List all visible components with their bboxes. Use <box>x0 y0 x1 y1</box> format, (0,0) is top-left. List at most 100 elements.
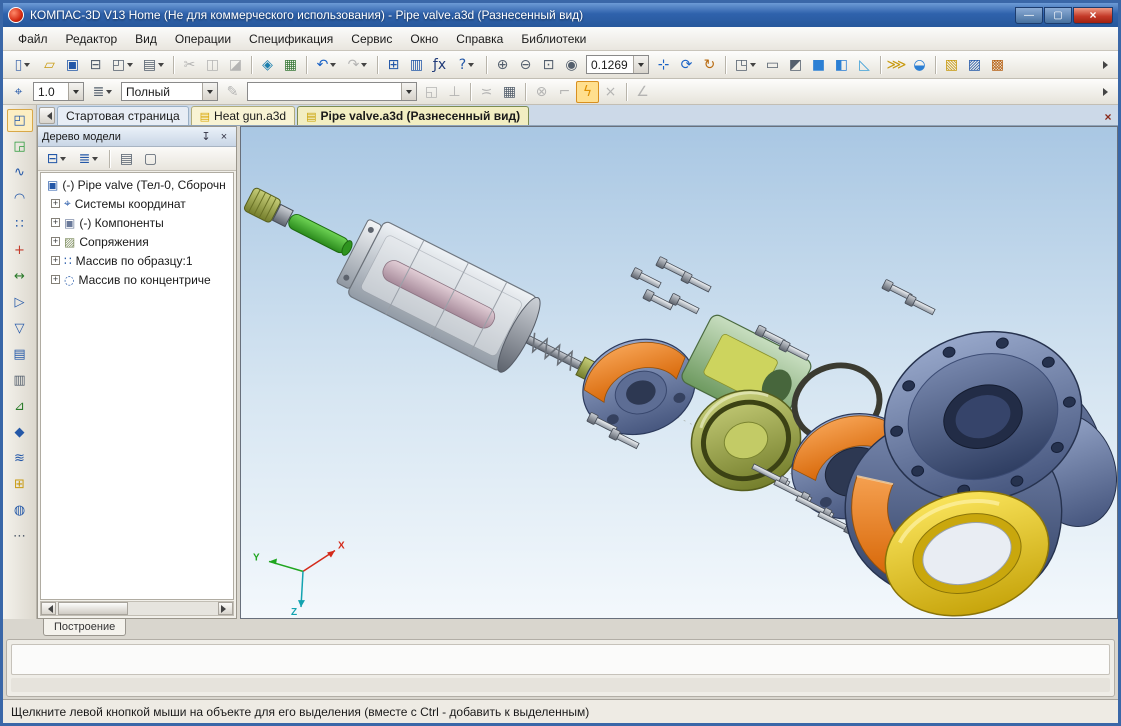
sketch-plane-button[interactable]: ◱ <box>420 81 443 103</box>
toolbar-overflow-button[interactable] <box>1100 61 1114 69</box>
tree-item[interactable]: + ⌖ Системы координат <box>41 194 233 213</box>
title-bar[interactable]: КОМПАС-3D V13 Home (Не для коммерческого… <box>3 3 1118 27</box>
property-field[interactable] <box>11 644 1110 675</box>
valve-body[interactable] <box>845 307 1117 618</box>
properties-button[interactable]: ◈ <box>256 54 279 76</box>
panel-spatial-curves-button[interactable]: ∿ <box>7 161 33 184</box>
toolbar2-overflow-button[interactable] <box>1100 88 1114 96</box>
menu-item[interactable]: Операции <box>166 29 240 49</box>
tree-item[interactable]: + ▣ (-) Компоненты <box>41 213 233 232</box>
tab-pipe-valve[interactable]: ▤ Pipe valve.a3d (Разнесенный вид) <box>297 106 529 125</box>
tree-horizontal-scrollbar[interactable] <box>40 601 234 616</box>
panel-specification-button[interactable]: ▤ <box>7 343 33 366</box>
document-close-button[interactable]: × <box>1100 109 1116 125</box>
tree-doc-button[interactable]: ▢ <box>139 148 162 170</box>
menu-item[interactable]: Окно <box>401 29 447 49</box>
panel-macro-button[interactable]: ◍ <box>7 499 33 522</box>
wireframe-button[interactable]: ▭ <box>761 54 784 76</box>
tree-relations-button[interactable]: ▤ <box>115 148 138 170</box>
scrollbar-thumb[interactable] <box>58 602 128 615</box>
pan-button[interactable]: ⊹ <box>652 54 675 76</box>
current-state-button[interactable]: ≣ <box>87 81 118 103</box>
menu-item[interactable]: Вид <box>126 29 166 49</box>
tree-structure-button[interactable]: ⊟ <box>41 148 72 170</box>
print-button[interactable]: ⊟ <box>84 54 107 76</box>
current-step-dropdown-button[interactable] <box>68 83 83 100</box>
rotate-model-button[interactable]: ↻ <box>698 54 721 76</box>
zoom-all-button[interactable]: ◉ <box>560 54 583 76</box>
section-view-button[interactable]: ◒ <box>908 54 931 76</box>
calculator-button[interactable]: ▥ <box>405 54 428 76</box>
tree-item[interactable]: + ◌ Массив по концентриче <box>41 270 233 289</box>
document-manager-button[interactable]: ▤ <box>138 54 169 76</box>
undo-button[interactable]: ↶ <box>311 54 342 76</box>
cut-button[interactable]: ✂ <box>178 54 201 76</box>
panel-standard-button[interactable]: ◰ <box>7 109 33 132</box>
expand-icon[interactable]: + <box>51 256 60 265</box>
panel-selection-button[interactable]: ◆ <box>7 421 33 444</box>
panel-edit-part-button[interactable]: ◲ <box>7 135 33 158</box>
zoom-window-button[interactable]: ⊡ <box>537 54 560 76</box>
panel-arrays-button[interactable]: ∷ <box>7 213 33 236</box>
tree-item[interactable]: + ▨ Сопряжения <box>41 232 233 251</box>
new-document-button[interactable]: ▯ <box>7 54 38 76</box>
bolts-cluster-top[interactable] <box>631 256 712 315</box>
panel-designations-button[interactable]: ▷ <box>7 291 33 314</box>
object-table-button[interactable]: ▦ <box>279 54 302 76</box>
tab-postroenie[interactable]: Построение <box>43 619 126 636</box>
expand-icon[interactable]: + <box>51 237 60 246</box>
3d-viewport[interactable]: X Y Z <box>240 126 1118 619</box>
menu-item[interactable]: Файл <box>9 29 57 49</box>
copy-button[interactable]: ◫ <box>201 54 224 76</box>
refresh-image-button[interactable]: ⟳ <box>675 54 698 76</box>
expand-icon[interactable]: + <box>51 275 60 284</box>
tab-scroll-left-button[interactable] <box>39 107 55 124</box>
menu-item[interactable]: Справка <box>447 29 512 49</box>
print-preview-button[interactable]: ◰ <box>107 54 138 76</box>
grid-button[interactable]: ▦ <box>498 81 521 103</box>
quick-transitions-button[interactable]: ⌖ <box>7 81 30 103</box>
edit-sketch-button[interactable]: ✎ <box>221 81 244 103</box>
help-button[interactable]: ? <box>451 54 482 76</box>
tab-start-page[interactable]: Стартовая страница <box>57 106 189 125</box>
parametric-mode-button[interactable]: ϟ <box>576 81 599 103</box>
tree-root-item[interactable]: ▣ (-) Pipe valve (Тел-0, Сборочн <box>41 175 233 194</box>
close-button[interactable]: × <box>1073 7 1113 24</box>
display-mode-dropdown-button[interactable] <box>202 83 217 100</box>
minimize-button[interactable]: — <box>1015 7 1043 24</box>
panel-more-button[interactable]: ⋯ <box>7 525 33 548</box>
panel-vibro-button[interactable]: ≋ <box>7 447 33 470</box>
panel-auxiliary-geometry-button[interactable]: + <box>7 239 33 262</box>
library-manager-button[interactable]: ▧ <box>940 54 963 76</box>
tab-heat-gun[interactable]: ▤ Heat gun.a3d <box>191 106 295 125</box>
open-document-button[interactable]: ▱ <box>38 54 61 76</box>
bonnet-flange[interactable] <box>570 325 707 449</box>
display-mode-combo[interactable]: Полный <box>121 82 218 101</box>
menu-item[interactable]: Редактор <box>57 29 127 49</box>
spec-manager-button[interactable]: ▩ <box>986 54 1009 76</box>
tree-composition-button[interactable]: ≣ <box>73 148 104 170</box>
hidden-lines-button[interactable]: ◩ <box>784 54 807 76</box>
zoom-scale-dropdown-button[interactable] <box>633 56 648 73</box>
current-step-combo[interactable]: 1.0 <box>33 82 84 101</box>
ortho-mode-button[interactable]: ⌐ <box>553 81 576 103</box>
redo-button[interactable]: ↷ <box>342 54 373 76</box>
bolts-pair-upper-right[interactable] <box>882 279 936 316</box>
expand-icon[interactable]: + <box>51 218 60 227</box>
reports-button[interactable]: ▨ <box>963 54 986 76</box>
menu-item[interactable]: Спецификация <box>240 29 342 49</box>
panel-close-button[interactable]: × <box>216 129 232 145</box>
menu-item[interactable]: Библиотеки <box>512 29 595 49</box>
exploded-model-svg[interactable]: X Y Z <box>241 127 1117 618</box>
zoom-out-button[interactable]: ⊖ <box>514 54 537 76</box>
stem-and-actuator[interactable] <box>241 161 640 423</box>
scrollbar-track[interactable] <box>56 602 218 615</box>
simplified-view-button[interactable]: ⋙ <box>885 54 908 76</box>
shaded-edges-button[interactable]: ◧ <box>830 54 853 76</box>
constraints-button[interactable]: ∠ <box>631 81 654 103</box>
maximize-button[interactable]: ▢ <box>1044 7 1072 24</box>
local-cs-button[interactable]: ⊗ <box>530 81 553 103</box>
fx-button[interactable]: ƒx <box>428 54 451 76</box>
object-name-dropdown-button[interactable] <box>401 83 416 100</box>
perspective-button[interactable]: ◺ <box>853 54 876 76</box>
